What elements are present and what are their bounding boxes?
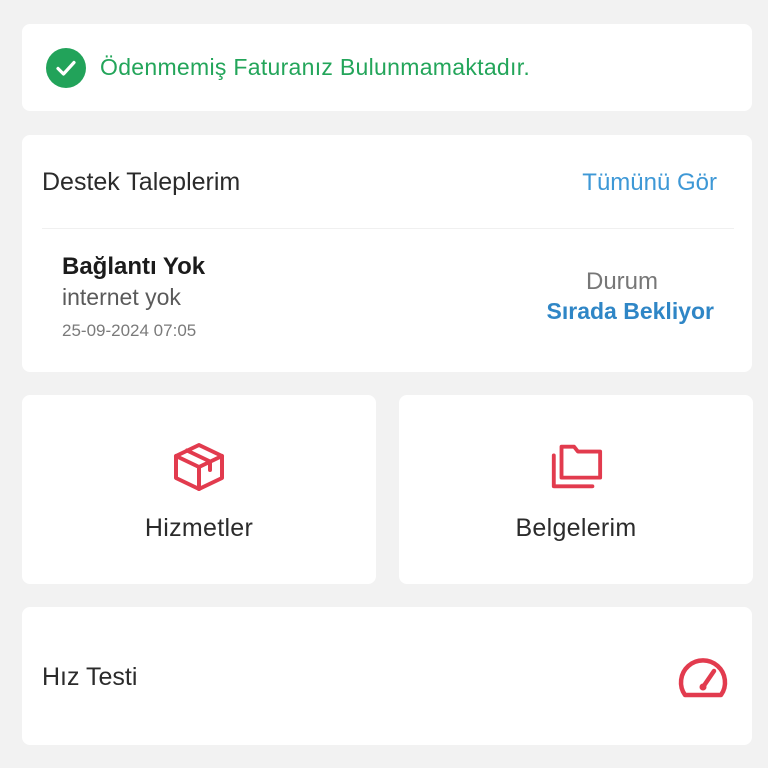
services-tile[interactable]: Hizmetler	[22, 395, 376, 584]
ticket-status-label: Durum	[585, 268, 658, 295]
unpaid-invoice-banner: Ödenmemiş Faturanız Bulunmamaktadır.	[22, 24, 752, 111]
speedometer-icon	[676, 655, 730, 701]
folders-icon	[548, 440, 604, 494]
ticket-date: 25-09-2024 07:05	[62, 321, 197, 340]
support-requests-title: Destek Taleplerim	[42, 168, 241, 196]
speed-test-card[interactable]: Hız Testi	[22, 607, 752, 745]
documents-tile[interactable]: Belgelerim	[399, 395, 753, 584]
divider	[42, 228, 734, 229]
ticket-description: internet yok	[62, 284, 181, 310]
package-icon	[171, 440, 227, 494]
see-all-link[interactable]: Tümünü Gör	[582, 169, 717, 197]
home-screen: Ödenmemiş Faturanız Bulunmamaktadır. Des…	[0, 0, 768, 768]
banner-text: Ödenmemiş Faturanız Bulunmamaktadır.	[100, 54, 531, 80]
ticket-status-value: Sırada Bekliyor	[546, 298, 714, 324]
services-label: Hizmetler	[144, 514, 254, 542]
documents-label: Belgelerim	[515, 514, 637, 542]
speed-test-label: Hız Testi	[42, 663, 138, 691]
check-circle-icon	[46, 47, 86, 88]
ticket-title: Bağlantı Yok	[62, 253, 206, 280]
support-requests-card: Destek Taleplerim Tümünü Gör Bağlantı Yo…	[22, 135, 752, 372]
